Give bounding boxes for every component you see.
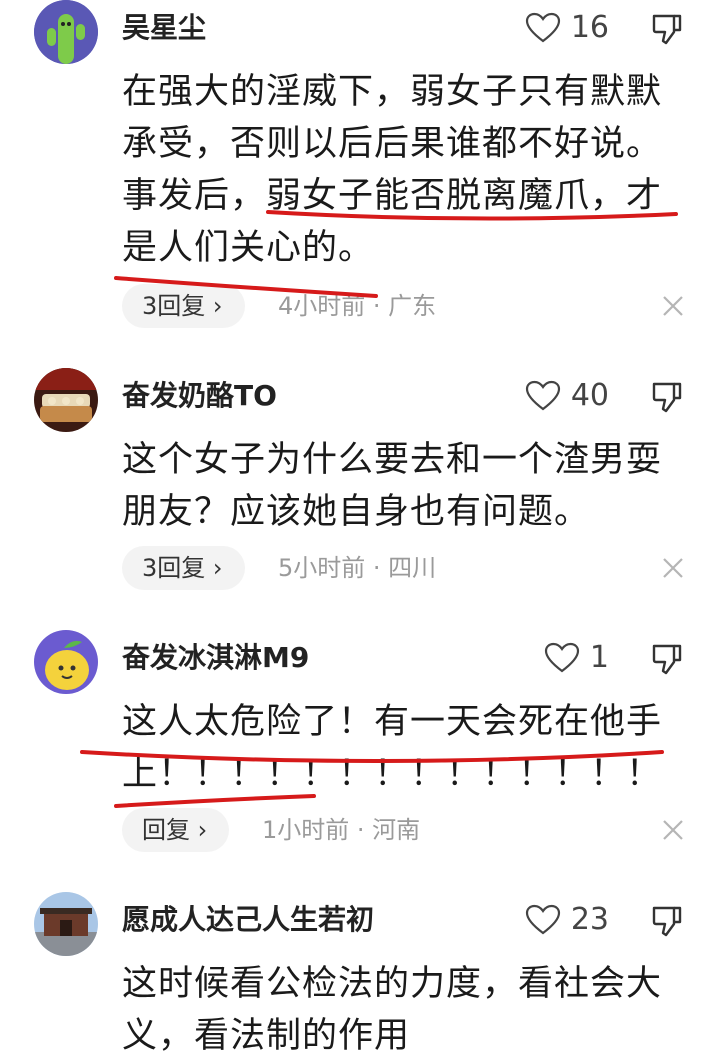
reply-label: 回复 xyxy=(142,816,190,844)
reply-label: 3回复 xyxy=(142,292,206,320)
username[interactable]: 愿成人达己人生若初 xyxy=(122,902,374,938)
like-button[interactable]: 23 xyxy=(525,902,609,938)
heart-icon xyxy=(544,642,580,673)
thumbs-down-icon xyxy=(652,382,682,413)
thumbs-down-icon xyxy=(652,644,682,675)
like-count: 1 xyxy=(589,640,609,675)
comment-text: 这时候看公检法的力度，看社会大义，看法制的作用 xyxy=(122,964,663,1056)
avatar[interactable] xyxy=(34,630,98,694)
cactus-avatar-icon xyxy=(34,0,98,64)
dislike-button[interactable] xyxy=(650,642,684,676)
like-button[interactable]: 1 xyxy=(544,640,609,676)
username[interactable]: 奋发奶酪TO xyxy=(122,378,277,414)
reply-button[interactable]: 回复 › xyxy=(122,808,230,852)
like-count: 23 xyxy=(570,902,609,937)
heart-icon xyxy=(525,904,560,935)
close-icon[interactable] xyxy=(660,293,686,319)
dislike-button[interactable] xyxy=(650,12,684,46)
lemon-avatar-icon xyxy=(34,630,98,694)
like-button[interactable]: 16 xyxy=(525,10,609,46)
close-icon[interactable] xyxy=(660,817,686,843)
comment-meta: 1小时前 · 河南 xyxy=(262,816,421,844)
chevron-right-icon: › xyxy=(205,554,223,582)
dislike-button[interactable] xyxy=(650,904,684,938)
reply-button[interactable]: 3回复 › xyxy=(122,284,245,328)
heart-icon xyxy=(525,12,560,43)
comment-text: 这人太危险了！有一天会死在他手上！！！！！！！！！！！！！！ xyxy=(122,702,663,794)
comment-text: 在强大的淫威下，弱女子只有默默承受，否则以后后果谁都不好说。事发后，弱女子能否脱… xyxy=(122,72,663,268)
avatar[interactable] xyxy=(34,368,98,432)
reply-button[interactable]: 3回复 › xyxy=(122,546,245,590)
chevron-right-icon: › xyxy=(190,816,208,844)
heart-icon xyxy=(525,380,560,411)
username[interactable]: 奋发冰淇淋M9 xyxy=(122,640,309,676)
comment-meta: 4小时前 · 广东 xyxy=(278,292,437,320)
comment-meta: 5小时前 · 四川 xyxy=(278,554,437,582)
thumbs-down-icon xyxy=(652,906,682,937)
like-button[interactable]: 40 xyxy=(525,378,609,414)
reply-label: 3回复 xyxy=(142,554,206,582)
comment-text: 这个女子为什么要去和一个渣男耍朋友？应该她自身也有问题。 xyxy=(122,440,663,532)
close-icon[interactable] xyxy=(660,555,686,581)
thumbs-down-icon xyxy=(652,14,682,45)
like-count: 16 xyxy=(570,10,609,45)
like-count: 40 xyxy=(570,378,609,413)
chevron-right-icon: › xyxy=(205,292,223,320)
username[interactable]: 吴星尘 xyxy=(122,10,206,46)
dislike-button[interactable] xyxy=(650,380,684,414)
avatar[interactable] xyxy=(34,892,98,956)
building-avatar-icon xyxy=(34,892,98,956)
photo-avatar-icon xyxy=(34,368,98,432)
avatar[interactable] xyxy=(34,0,98,64)
